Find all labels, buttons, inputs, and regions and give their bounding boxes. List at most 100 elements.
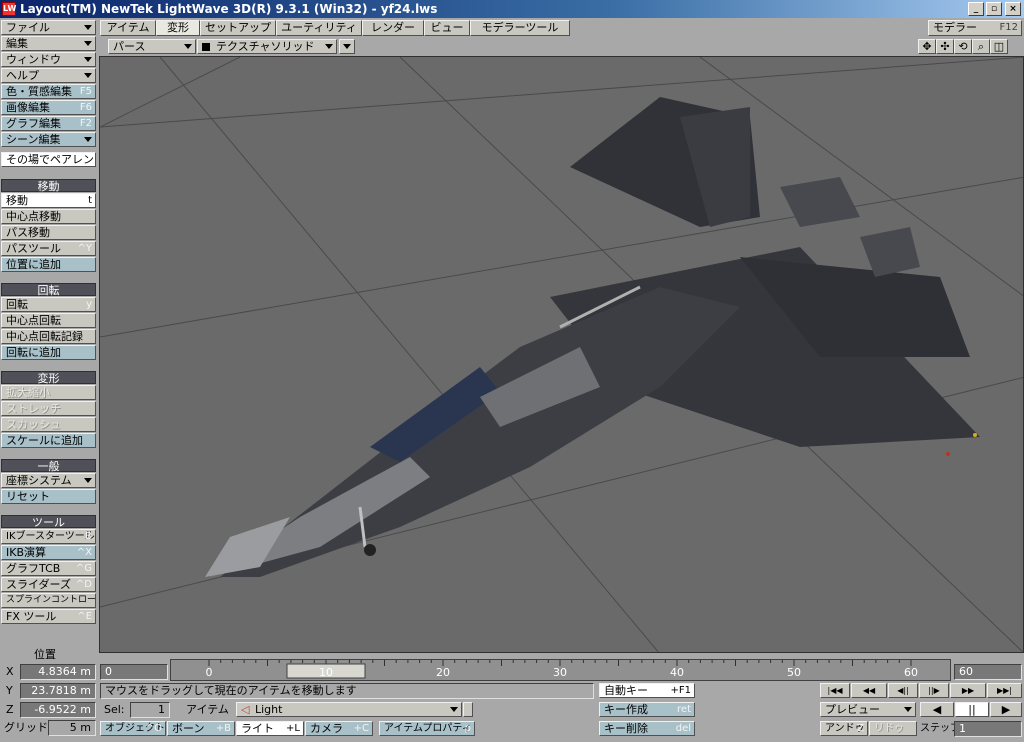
squash-label: スカッシュ xyxy=(6,418,61,431)
move-tool-button[interactable]: 移動 t xyxy=(1,193,96,208)
move-pivot-button[interactable]: 中心点移動 xyxy=(1,209,96,224)
shortcut: ^Y xyxy=(77,243,93,254)
first-frame-icon[interactable]: |◀◀ xyxy=(820,683,850,698)
redo-button[interactable]: リドゥ xyxy=(869,721,917,736)
timeline-start-field[interactable]: 0 xyxy=(100,664,168,680)
last-frame-icon[interactable]: ▶▶| xyxy=(987,683,1022,698)
parent-in-place-toggle[interactable]: その場でペアレント xyxy=(1,152,96,167)
tab-items[interactable]: アイテム xyxy=(100,20,156,36)
size-button[interactable]: 拡大縮小 xyxy=(1,385,96,400)
image-editor-label: 画像編集 xyxy=(6,101,50,114)
prev-frame-icon[interactable]: ◀|| xyxy=(888,683,918,698)
step-field[interactable]: 1 xyxy=(954,721,1022,737)
reset-button[interactable]: リセット xyxy=(1,489,96,504)
bones-button[interactable]: ボーン +B xyxy=(167,721,235,736)
sliders-button[interactable]: スライダーズ ^D xyxy=(1,577,96,592)
render-mode-label: テクスチャソリッド xyxy=(216,40,315,53)
coord-system-label: 座標システム xyxy=(6,474,72,487)
position-y-field[interactable]: 23.7818 m xyxy=(20,683,96,699)
add-to-rotation-button[interactable]: 回転に追加 xyxy=(1,345,96,360)
pan-icon[interactable]: ✥ xyxy=(918,39,936,54)
spline-control-button[interactable]: スプラインコントロール xyxy=(1,593,96,608)
timeline-slider[interactable]: 0 10 20 30 40 50 60 xyxy=(170,659,951,681)
menu-edit[interactable]: 編集 xyxy=(1,36,96,51)
rotate-view-icon[interactable]: ⟲ xyxy=(954,39,972,54)
rotate-pivot-button[interactable]: 中心点回転 xyxy=(1,313,96,328)
menu-edit-label: 編集 xyxy=(6,37,28,50)
create-key-button[interactable]: キー作成 ret xyxy=(599,702,695,717)
next-frame-icon[interactable]: ||▶ xyxy=(919,683,949,698)
viewport-options-dropdown[interactable] xyxy=(339,39,355,54)
cameras-button[interactable]: カメラ +C xyxy=(305,721,373,736)
objects-button[interactable]: オブジェクト ^O xyxy=(100,721,166,736)
tab-utilities[interactable]: ユーティリティ xyxy=(276,20,362,36)
menu-window[interactable]: ウィンドウ xyxy=(1,52,96,67)
play-reverse-icon[interactable]: ◀ xyxy=(920,702,954,717)
move-view-icon[interactable]: ✣ xyxy=(936,39,954,54)
ikb-calculate-button[interactable]: IKB演算 ^X xyxy=(1,545,96,560)
add-to-scale-button[interactable]: スケールに追加 xyxy=(1,433,96,448)
timeline-tick-label: 0 xyxy=(206,666,213,679)
reset-label: リセット xyxy=(6,490,50,503)
squash-button[interactable]: スカッシュ xyxy=(1,417,96,432)
item-properties-button[interactable]: アイテムプロパティ p xyxy=(379,721,475,736)
rotate-label: 回転 xyxy=(6,298,28,311)
play-icon[interactable]: ▶ xyxy=(990,702,1022,717)
tab-setup[interactable]: セットアップ xyxy=(200,20,276,36)
shortcut: B xyxy=(85,531,92,542)
timeline-end-field[interactable]: 60 xyxy=(954,664,1022,680)
view-mode-dropdown[interactable]: パース xyxy=(108,39,196,54)
shortcut: +F1 xyxy=(670,685,692,696)
menu-help[interactable]: ヘルプ xyxy=(1,68,96,83)
item-pick-button[interactable] xyxy=(463,702,473,717)
close-icon[interactable]: × xyxy=(1005,2,1021,16)
position-z-field[interactable]: -6.9522 m xyxy=(20,702,96,718)
lights-button[interactable]: ライト +L xyxy=(236,721,304,736)
tab-modify[interactable]: 変形 xyxy=(156,20,200,36)
auto-key-toggle[interactable]: 自動キー +F1 xyxy=(599,683,695,698)
coord-system-dropdown[interactable]: 座標システム xyxy=(1,473,96,488)
rotate-tool-button[interactable]: 回転 y xyxy=(1,297,96,312)
current-item-dropdown[interactable]: ◁ Light xyxy=(236,702,462,717)
move-path-label: パス移動 xyxy=(6,226,50,239)
minimize-icon[interactable]: _ xyxy=(968,2,984,16)
grid-size-field[interactable]: 5 m xyxy=(48,720,96,736)
restore-icon[interactable]: ▫ xyxy=(986,2,1002,16)
stretch-button[interactable]: ストレッチ xyxy=(1,401,96,416)
render-mode-dropdown[interactable]: テクスチャソリッド xyxy=(197,39,337,54)
next-key-icon[interactable]: ▶▶ xyxy=(950,683,986,698)
zoom-icon[interactable]: ⌕ xyxy=(972,39,990,54)
menu-file[interactable]: ファイル xyxy=(1,20,96,35)
preview-dropdown[interactable]: プレビュー xyxy=(820,702,916,717)
cameras-label: カメラ xyxy=(310,722,343,735)
tab-render[interactable]: レンダー xyxy=(362,20,424,36)
prev-key-icon[interactable]: ◀◀ xyxy=(851,683,887,698)
3d-viewport[interactable] xyxy=(99,56,1024,653)
item-properties-label: アイテムプロパティ xyxy=(384,723,472,734)
add-to-position-button[interactable]: 位置に追加 xyxy=(1,257,96,272)
modeler-switch-button[interactable]: モデラー F12 xyxy=(928,20,1022,36)
path-tool-button[interactable]: パスツール ^Y xyxy=(1,241,96,256)
tab-modeler-tools[interactable]: モデラーツール xyxy=(470,20,570,36)
surface-editor-label: 色・質感編集 xyxy=(6,85,72,98)
image-editor-button[interactable]: 画像編集 F6 xyxy=(1,100,96,115)
fx-tools-button[interactable]: FX ツール ^E xyxy=(1,609,96,624)
section-rotate-header: 回転 xyxy=(1,283,96,297)
shortcut: F12 xyxy=(999,22,1018,33)
position-x-field[interactable]: 4.8364 m xyxy=(20,664,96,680)
pause-icon[interactable]: || xyxy=(955,702,989,717)
tab-view[interactable]: ビュー xyxy=(424,20,470,36)
maximize-viewport-icon[interactable]: ◫ xyxy=(990,39,1008,54)
ik-booster-tool-button[interactable]: IKブースターツール B xyxy=(1,529,96,544)
undo-button[interactable]: アンドゥ Z xyxy=(820,721,868,736)
grid-label: グリッド: xyxy=(4,721,52,734)
move-path-button[interactable]: パス移動 xyxy=(1,225,96,240)
menu-help-label: ヘルプ xyxy=(6,69,39,82)
delete-key-button[interactable]: キー削除 del xyxy=(599,721,695,736)
scene-editor-button[interactable]: シーン編集 xyxy=(1,132,96,147)
record-pivot-rotation-button[interactable]: 中心点回転記録 xyxy=(1,329,96,344)
section-tools-header: ツール xyxy=(1,515,96,529)
surface-editor-button[interactable]: 色・質感編集 F5 xyxy=(1,84,96,99)
graph-editor-button[interactable]: グラフ編集 F2 xyxy=(1,116,96,131)
graph-tcb-button[interactable]: グラフTCB ^G xyxy=(1,561,96,576)
